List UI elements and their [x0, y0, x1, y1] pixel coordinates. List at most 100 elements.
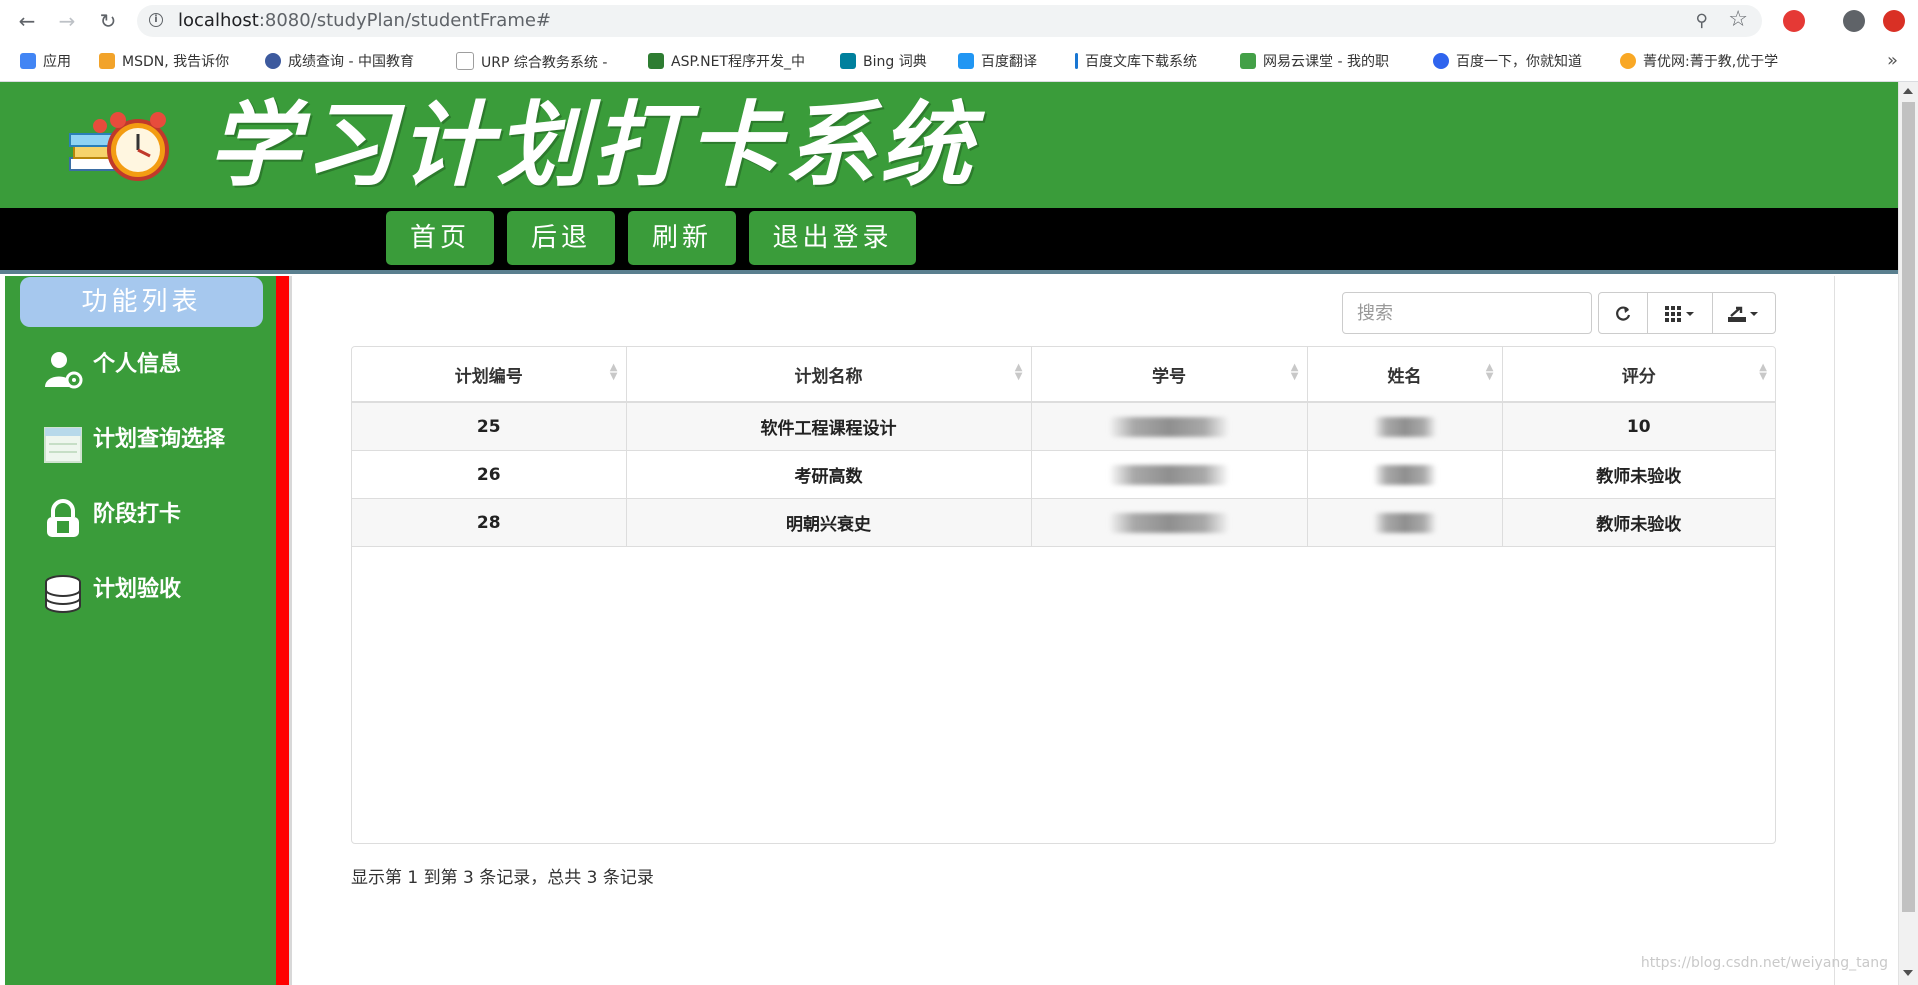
forward-icon[interactable]: →	[55, 9, 79, 33]
table-row[interactable]: 28 明朝兴衰史 教师未验收	[352, 498, 1775, 547]
cell-score: 10	[1502, 402, 1775, 451]
sort-icon[interactable]: ▲ ▼	[1759, 363, 1767, 382]
bookmark-label: 成绩查询 - 中国教育	[288, 54, 414, 70]
top-nav: 首页 后退 刷新 退出登录	[0, 208, 1898, 270]
column-header-name[interactable]: 姓名 ▲ ▼	[1307, 347, 1503, 403]
column-header-label: 学号	[1152, 366, 1186, 387]
bookmark-star-icon[interactable]: ☆	[1728, 7, 1748, 32]
sidebar-item-personal-info[interactable]: 个人信息	[5, 339, 276, 399]
column-header-label: 计划名称	[794, 366, 863, 387]
info-icon[interactable]: i	[149, 13, 163, 27]
scroll-thumb[interactable]	[1902, 102, 1915, 912]
pagination-info: 显示第 1 到第 3 条记录，总共 3 条记录	[351, 868, 654, 888]
column-header-label: 姓名	[1387, 366, 1422, 387]
scroll-up-icon[interactable]	[1903, 88, 1913, 94]
app-header: 学习计划打卡系统	[0, 82, 1898, 208]
cell-plan-id: 26	[352, 450, 627, 499]
back-icon[interactable]: ←	[15, 9, 39, 33]
sidebar-item-label: 计划查询选择	[93, 427, 226, 452]
bookmark-item[interactable]: 百度一下，你就知道	[1433, 52, 1582, 72]
url-text[interactable]: localhost:8080/studyPlan/studentFrame#	[178, 11, 551, 31]
bookmark-item[interactable]: 应用	[20, 52, 71, 72]
msdn-icon	[99, 53, 115, 69]
header-divider	[0, 270, 1898, 274]
calendar-icon	[44, 427, 82, 463]
reload-icon[interactable]: ↻	[96, 9, 120, 33]
cell-student-id	[1031, 450, 1308, 499]
page-icon	[456, 52, 474, 70]
home-button[interactable]: 首页	[386, 211, 494, 265]
page-scrollbar[interactable]	[1898, 82, 1918, 985]
bookmark-item[interactable]: Bing 词典	[840, 52, 927, 72]
bing-icon	[840, 53, 856, 69]
column-header-student-id[interactable]: 学号 ▲ ▼	[1031, 347, 1308, 403]
bookmark-label: Bing 词典	[863, 54, 927, 70]
baidu-paw-icon	[1433, 53, 1449, 69]
bookmark-item[interactable]: 菁优网:菁于教,优于学	[1620, 52, 1778, 72]
address-bar[interactable]: i localhost:8080/studyPlan/studentFrame#…	[137, 5, 1762, 37]
redacted-student-id	[1110, 512, 1228, 533]
sidebar-title: 功能列表	[20, 277, 263, 327]
bookmark-item[interactable]: 百度翻译	[958, 52, 1037, 72]
bookmark-item[interactable]: 成绩查询 - 中国教育	[265, 52, 433, 72]
bookmark-label: URP 综合教务系统 -	[481, 55, 608, 71]
cell-plan-name: 软件工程课程设计	[626, 402, 1032, 451]
refresh-button[interactable]: 刷新	[628, 211, 736, 265]
bookmark-item[interactable]: 网易云课堂 - 我的职	[1240, 52, 1410, 72]
cell-plan-id: 25	[352, 402, 627, 451]
extension-icon[interactable]	[1783, 10, 1805, 32]
apps-icon	[20, 53, 36, 69]
column-header-plan-name[interactable]: 计划名称 ▲ ▼	[626, 347, 1032, 403]
clock-books-logo	[69, 112, 169, 181]
bookmarks-bar: 应用 MSDN, 我告诉你 成绩查询 - 中国教育 URP 综合教务系统 - A…	[0, 42, 1918, 82]
sidebar-item-acceptance[interactable]: 计划验收	[5, 564, 276, 624]
sort-icon[interactable]: ▲ ▼	[1015, 363, 1023, 382]
cell-name	[1307, 450, 1503, 499]
profile-icon[interactable]	[1843, 10, 1865, 32]
columns-icon[interactable]	[1648, 293, 1712, 333]
table-row[interactable]: 25 软件工程课程设计 10	[352, 402, 1775, 451]
sort-icon[interactable]: ▲ ▼	[610, 363, 618, 382]
main-right-border	[1834, 276, 1835, 985]
bookmark-label: 网易云课堂 - 我的职	[1263, 54, 1389, 70]
sidebar-item-label: 个人信息	[93, 352, 182, 377]
sidebar-item-label: 计划验收	[93, 577, 182, 602]
browser-toolbar: ← → ↻ i localhost:8080/studyPlan/student…	[0, 0, 1918, 42]
plan-table-container: 计划编号 ▲ ▼ 计划名称 ▲ ▼ 学号 ▲ ▼ 姓名 ▲ ▼ 评分 ▲ ▼ 25 软件工程课程设计…	[351, 346, 1776, 844]
cell-score: 教师未验收	[1502, 450, 1775, 499]
export-icon[interactable]	[1713, 293, 1775, 333]
sidebar-item-checkin[interactable]: 阶段打卡	[5, 489, 276, 549]
logout-button[interactable]: 退出登录	[749, 211, 916, 265]
search-input[interactable]	[1342, 292, 1592, 334]
back-button[interactable]: 后退	[507, 211, 615, 265]
table-row[interactable]: 26 考研高数 教师未验收	[352, 450, 1775, 499]
sidebar-item-plan-query[interactable]: 计划查询选择	[5, 414, 276, 474]
flag-icon	[1075, 53, 1078, 69]
book-icon	[648, 53, 664, 69]
cell-student-id	[1031, 498, 1308, 547]
sort-icon[interactable]: ▲ ▼	[1291, 363, 1299, 382]
update-icon[interactable]	[1883, 10, 1905, 32]
redacted-student-id	[1110, 416, 1228, 437]
database-icon	[45, 575, 81, 613]
scroll-down-icon[interactable]	[1903, 970, 1913, 976]
netease-icon	[1240, 53, 1256, 69]
watermark: https://blog.csdn.net/weiyang_tang	[1640, 955, 1888, 971]
key-icon[interactable]: ⚲	[1696, 11, 1708, 31]
cell-name	[1307, 402, 1503, 451]
bookmark-item[interactable]: MSDN, 我告诉你	[99, 52, 249, 72]
cell-student-id	[1031, 402, 1308, 451]
bookmark-label: 百度文库下载系统	[1085, 54, 1197, 70]
bookmark-item[interactable]: 百度文库下载系统	[1075, 52, 1197, 72]
sort-icon[interactable]: ▲ ▼	[1486, 363, 1494, 382]
table-header-row: 计划编号 ▲ ▼ 计划名称 ▲ ▼ 学号 ▲ ▼ 姓名 ▲ ▼ 评分 ▲ ▼	[352, 347, 1775, 403]
refresh-icon[interactable]	[1599, 293, 1647, 333]
bookmark-item[interactable]: URP 综合教务系统 -	[456, 52, 621, 72]
column-header-plan-id[interactable]: 计划编号 ▲ ▼	[352, 347, 627, 403]
bookmarks-overflow-icon[interactable]: »	[1887, 50, 1898, 71]
column-header-score[interactable]: 评分 ▲ ▼	[1502, 347, 1775, 403]
bookmark-label: ASP.NET程序开发_中	[671, 54, 806, 70]
bookmark-label: 应用	[43, 54, 71, 70]
sidebar-red-divider	[276, 276, 289, 985]
bookmark-item[interactable]: ASP.NET程序开发_中	[648, 52, 816, 72]
